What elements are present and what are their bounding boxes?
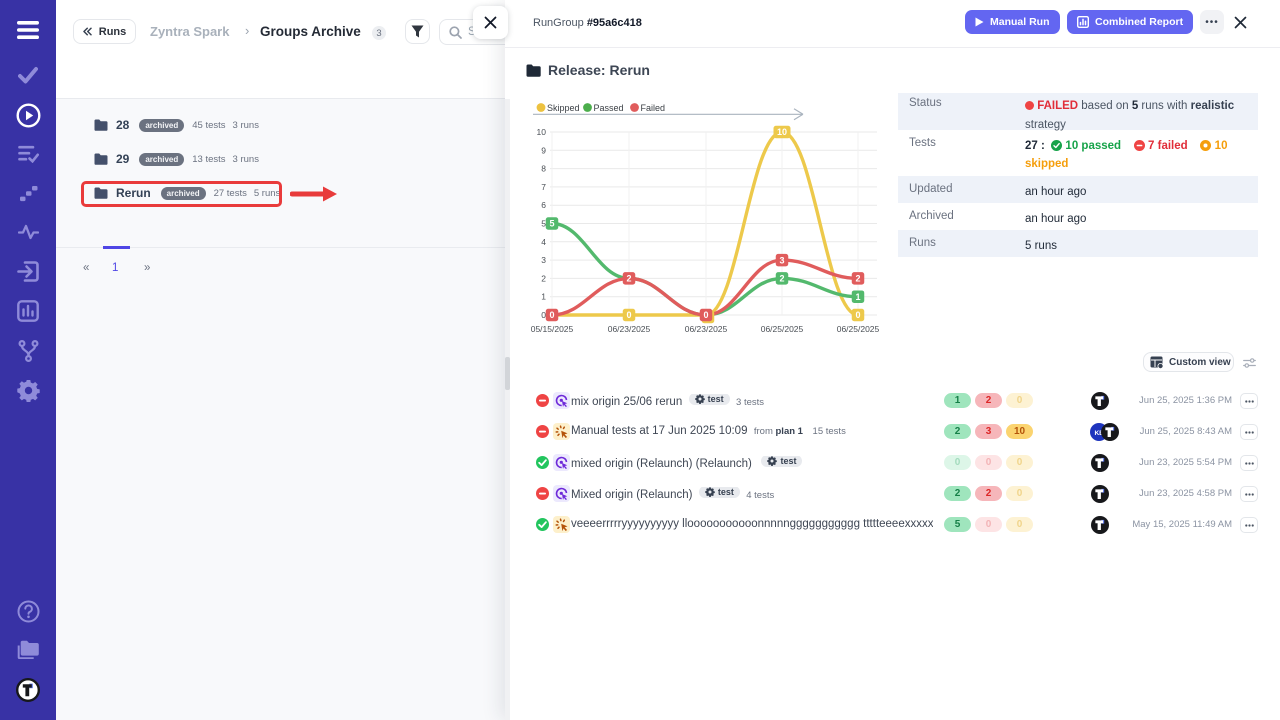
svg-text:3: 3 xyxy=(779,255,784,265)
svg-text:6: 6 xyxy=(541,200,546,210)
svg-text:0: 0 xyxy=(626,310,631,320)
svg-text:4: 4 xyxy=(541,237,546,247)
svg-text:2: 2 xyxy=(779,274,784,284)
svg-text:06/23/2025: 06/23/2025 xyxy=(608,324,651,334)
svg-text:Passed: Passed xyxy=(594,103,624,113)
svg-text:1: 1 xyxy=(541,292,546,302)
svg-text:Skipped: Skipped xyxy=(547,103,580,113)
svg-text:7: 7 xyxy=(541,182,546,192)
svg-text:05/15/2025: 05/15/2025 xyxy=(531,324,574,334)
svg-text:2: 2 xyxy=(541,273,546,283)
svg-text:0: 0 xyxy=(855,310,860,320)
svg-text:3: 3 xyxy=(541,255,546,265)
svg-text:0: 0 xyxy=(541,310,546,320)
svg-text:1: 1 xyxy=(855,292,860,302)
svg-text:2: 2 xyxy=(626,274,631,284)
svg-text:5: 5 xyxy=(549,219,554,229)
svg-text:9: 9 xyxy=(541,145,546,155)
svg-text:10: 10 xyxy=(537,127,547,137)
svg-text:8: 8 xyxy=(541,164,546,174)
svg-text:Failed: Failed xyxy=(641,103,666,113)
svg-text:10: 10 xyxy=(777,127,787,137)
svg-text:2: 2 xyxy=(855,274,860,284)
svg-text:5: 5 xyxy=(541,219,546,229)
svg-text:06/23/2025: 06/23/2025 xyxy=(685,324,728,334)
svg-text:0: 0 xyxy=(549,310,554,320)
svg-text:06/25/2025: 06/25/2025 xyxy=(761,324,804,334)
svg-text:0: 0 xyxy=(703,310,708,320)
svg-text:06/25/2025: 06/25/2025 xyxy=(837,324,880,334)
